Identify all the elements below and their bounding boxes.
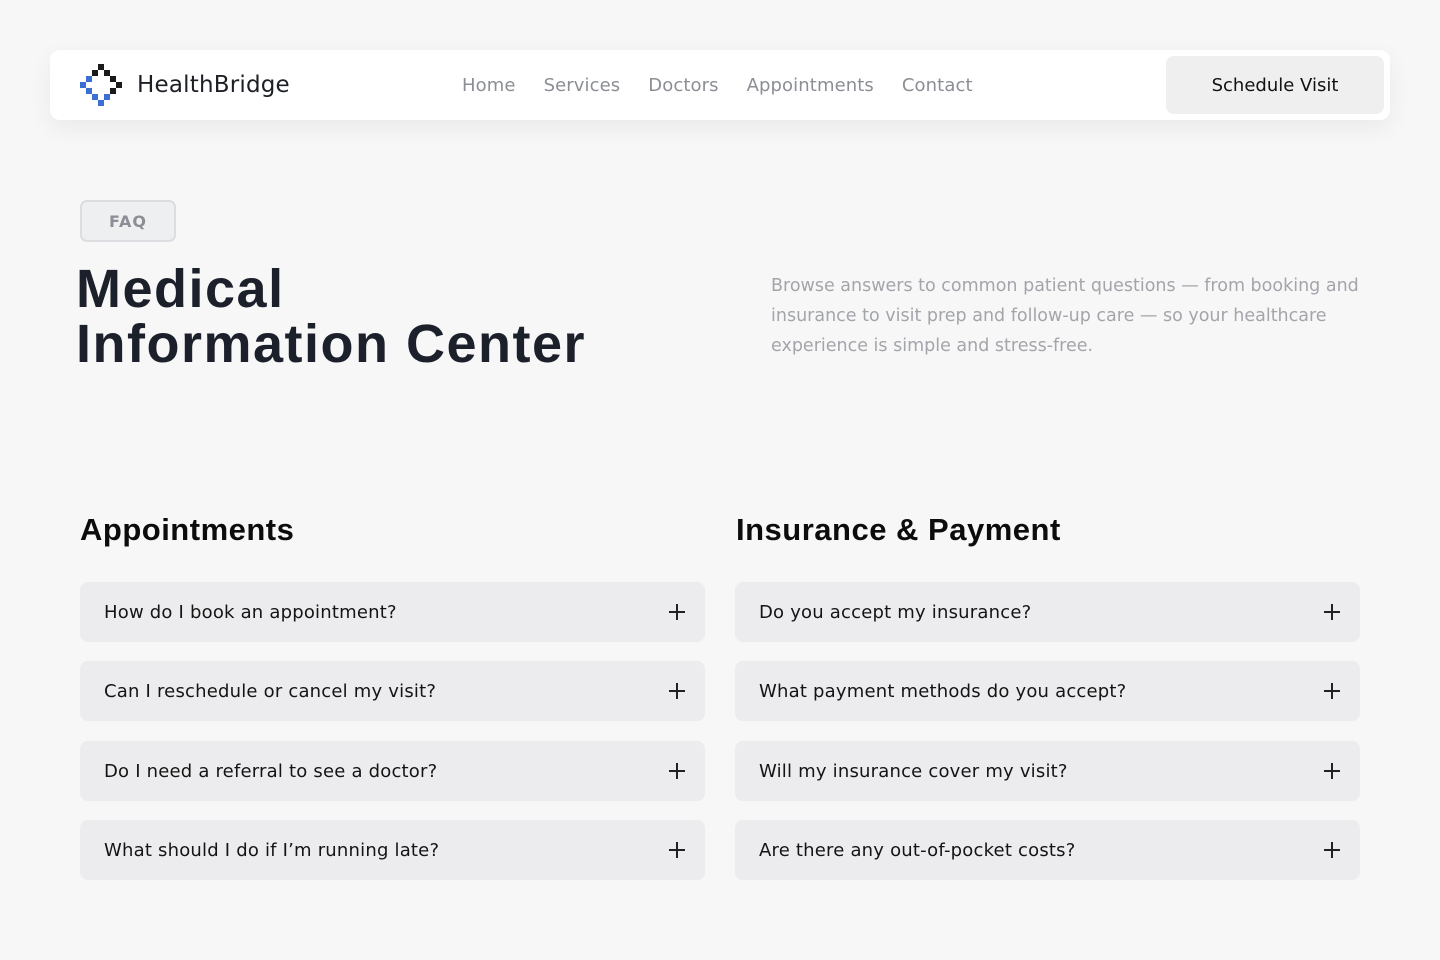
nav-link-contact[interactable]: Contact <box>902 75 973 96</box>
faq-item[interactable]: Do I need a referral to see a doctor? <box>80 741 705 801</box>
schedule-visit-button[interactable]: Schedule Visit <box>1166 56 1384 114</box>
plus-icon[interactable] <box>669 604 685 620</box>
diamond-cross-icon <box>80 64 122 106</box>
brand[interactable]: HealthBridge <box>80 64 290 106</box>
brand-name: HealthBridge <box>137 72 290 98</box>
nav-link-services[interactable]: Services <box>544 75 621 96</box>
page-title: Medical Information Center <box>76 262 716 372</box>
plus-icon[interactable] <box>669 842 685 858</box>
plus-icon[interactable] <box>669 763 685 779</box>
section-title-appointments: Appointments <box>80 512 295 547</box>
faq-badge: FAQ <box>80 200 176 242</box>
faq-item[interactable]: How do I book an appointment? <box>80 582 705 642</box>
plus-icon[interactable] <box>1324 604 1340 620</box>
plus-icon[interactable] <box>1324 842 1340 858</box>
faq-item[interactable]: What should I do if I’m running late? <box>80 820 705 880</box>
nav-link-home[interactable]: Home <box>462 75 516 96</box>
plus-icon[interactable] <box>1324 763 1340 779</box>
nav-link-appointments[interactable]: Appointments <box>747 75 874 96</box>
hero-description: Browse answers to common patient questio… <box>771 276 1359 356</box>
faq-question: Can I reschedule or cancel my visit? <box>104 680 437 702</box>
nav-link-doctors[interactable]: Doctors <box>648 75 718 96</box>
faq-question: Are there any out-of-pocket costs? <box>759 839 1076 861</box>
faq-question: Will my insurance cover my visit? <box>759 760 1068 782</box>
top-navbar: HealthBridge Home Services Doctors Appoi… <box>50 50 1390 120</box>
faq-item[interactable]: What payment methods do you accept? <box>735 661 1360 721</box>
plus-icon[interactable] <box>669 683 685 699</box>
faq-item[interactable]: Can I reschedule or cancel my visit? <box>80 661 705 721</box>
faq-question: Do I need a referral to see a doctor? <box>104 760 438 782</box>
faq-question: What payment methods do you accept? <box>759 680 1127 702</box>
plus-icon[interactable] <box>1324 683 1340 699</box>
page-title-line-1: Medical <box>76 259 285 319</box>
faq-item[interactable]: Do you accept my insurance? <box>735 582 1360 642</box>
main-nav: Home Services Doctors Appointments Conta… <box>462 50 973 120</box>
faq-item[interactable]: Are there any out-of-pocket costs? <box>735 820 1360 880</box>
faq-question: How do I book an appointment? <box>104 601 397 623</box>
section-title-insurance: Insurance & Payment <box>736 512 1061 547</box>
faq-question: What should I do if I’m running late? <box>104 839 440 861</box>
page-title-line-2: Information Center <box>76 314 587 374</box>
faq-item[interactable]: Will my insurance cover my visit? <box>735 741 1360 801</box>
faq-question: Do you accept my insurance? <box>759 601 1032 623</box>
